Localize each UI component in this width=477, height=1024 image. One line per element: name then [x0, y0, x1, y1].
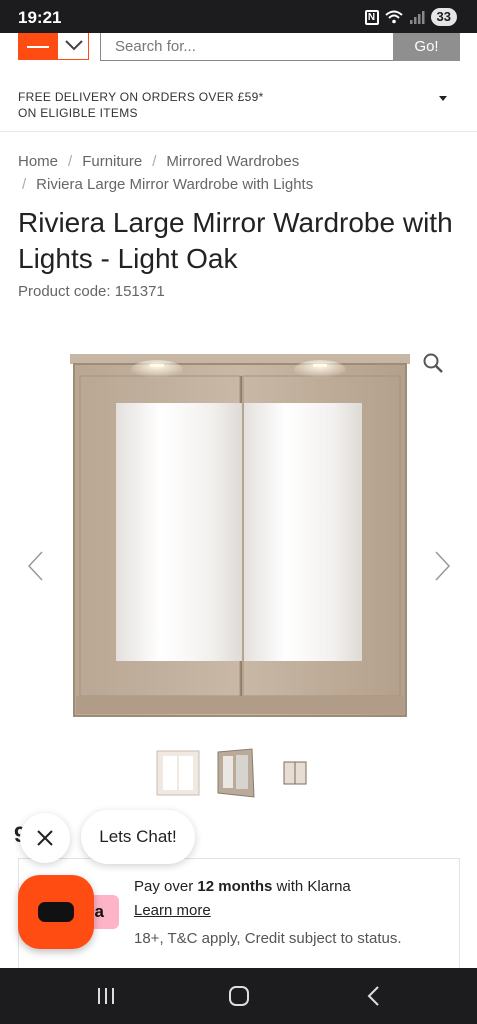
klarna-offer-suffix: with Klarna	[272, 878, 351, 895]
status-icons: N 33	[364, 8, 457, 26]
chat-prompt-bubble[interactable]: Lets Chat!	[81, 810, 195, 864]
chevron-down-icon	[65, 40, 83, 51]
breadcrumb-furniture[interactable]: Furniture	[82, 153, 142, 170]
product-code: Product code: 151371	[18, 283, 165, 300]
search-input[interactable]	[100, 33, 394, 61]
product-title: Riviera Large Mirror Wardrobe with Light…	[18, 207, 453, 274]
breadcrumb-current[interactable]: Riviera Large Mirror Wardrobe with Light…	[36, 176, 313, 193]
klarna-offer-text: Pay over 12 months with Klarna	[134, 878, 351, 895]
battery-icon: 33	[430, 8, 457, 26]
product-image[interactable]	[0, 340, 477, 730]
breadcrumb-separator: /	[22, 176, 27, 193]
thumbnail-3[interactable]	[276, 747, 316, 799]
site-header: Go!	[0, 33, 477, 63]
thumbnail-strip	[0, 747, 477, 801]
recent-apps-icon[interactable]	[96, 987, 116, 1005]
breadcrumb-home[interactable]: Home	[18, 153, 58, 170]
chat-close-button[interactable]	[20, 813, 70, 863]
previous-image-arrow-icon[interactable]	[26, 550, 46, 582]
breadcrumb-separator: /	[68, 153, 73, 170]
system-nav-bar	[0, 968, 477, 1024]
close-icon	[37, 830, 53, 846]
wifi-icon	[384, 10, 403, 24]
status-time: 19:21	[18, 8, 62, 27]
delivery-line-2: ON ELIGIBLE ITEMS	[18, 106, 138, 120]
nfc-icon: N	[364, 9, 379, 25]
home-icon[interactable]	[229, 986, 249, 1006]
status-bar: 19:21 N 33	[0, 0, 477, 33]
delivery-banner[interactable]: FREE DELIVERY ON ORDERS OVER £59* ON ELI…	[0, 76, 477, 132]
next-image-arrow-icon[interactable]	[432, 550, 452, 582]
chat-launcher-button[interactable]	[18, 875, 94, 949]
thumbnail-1[interactable]	[154, 747, 202, 799]
chat-icon	[38, 902, 74, 922]
klarna-offer-months: 12 months	[197, 878, 273, 895]
search-go-button[interactable]: Go!	[393, 33, 460, 61]
klarna-learn-more-link[interactable]: Learn more	[134, 902, 211, 919]
klarna-terms: 18+, T&C apply, Credit subject to status…	[134, 930, 402, 947]
product-gallery[interactable]	[0, 340, 477, 730]
menu-dropdown-button[interactable]	[57, 33, 89, 60]
delivery-text: FREE DELIVERY ON ORDERS OVER £59* ON ELI…	[18, 89, 318, 121]
thumbnail-2[interactable]	[214, 747, 258, 799]
hamburger-icon	[27, 46, 49, 48]
delivery-line-1: FREE DELIVERY ON ORDERS OVER £59*	[18, 90, 264, 104]
breadcrumb: Home / Furniture / Mirrored Wardrobes / Rivie…	[18, 150, 458, 196]
caret-down-icon[interactable]	[439, 96, 447, 101]
signal-icon	[409, 10, 425, 24]
zoom-icon[interactable]	[422, 352, 444, 374]
klarna-offer-prefix: Pay over	[134, 878, 198, 895]
back-icon[interactable]	[366, 985, 380, 1007]
menu-button[interactable]	[18, 33, 58, 60]
breadcrumb-mirrored-wardrobes[interactable]: Mirrored Wardrobes	[166, 153, 299, 170]
breadcrumb-separator: /	[152, 153, 157, 170]
